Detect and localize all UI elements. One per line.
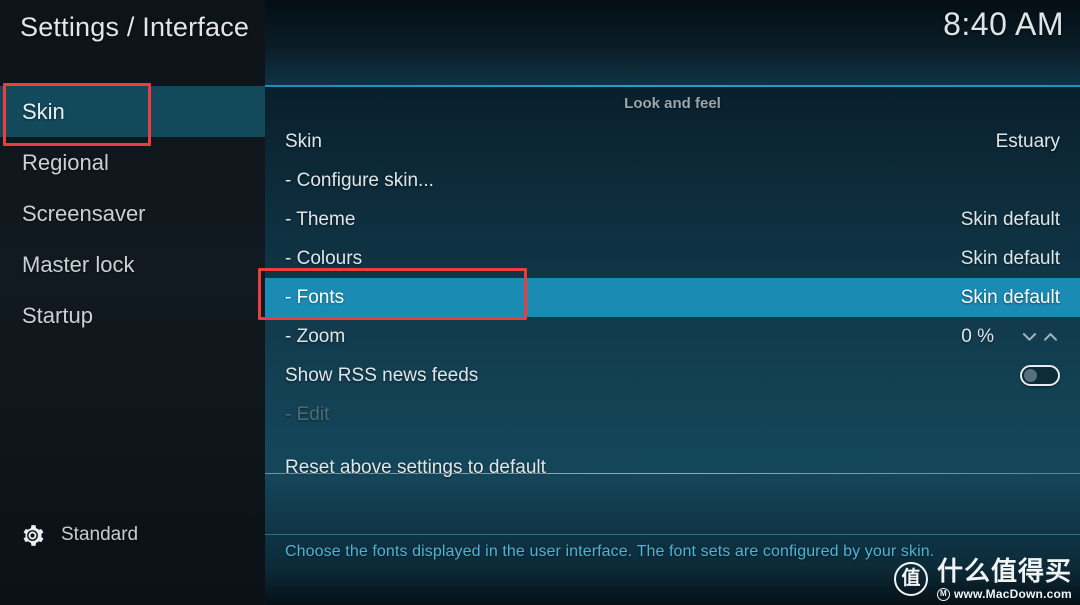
sidebar-item-label: Startup [22,303,93,328]
toggle-knob [1024,369,1037,382]
spinner-buttons [1020,327,1060,346]
setting-label: Show RSS news feeds [285,364,479,386]
setting-row-show-rss-news-feeds[interactable]: Show RSS news feeds [265,356,1080,395]
setting-value: Skin default [960,286,1060,308]
setting-row-reset-defaults[interactable]: Reset above settings to default [265,448,1080,487]
sidebar-item-master-lock[interactable]: Master lock [0,239,265,290]
setting-label: Skin [285,130,322,152]
setting-label: - Zoom [285,325,346,347]
help-description: Choose the fonts displayed in the user i… [285,543,935,560]
settings-list: Skin Estuary - Configure skin... - Theme… [265,122,1080,487]
watermark-url-row: M www.MacDown.com [936,587,1072,601]
zoom-spinner[interactable]: 0 % [961,326,1060,348]
setting-value: 0 % [961,325,994,347]
setting-label: - Colours [285,247,363,269]
setting-row-skin[interactable]: Skin Estuary [265,122,1080,161]
setting-label: - Theme [285,208,356,230]
sidebar: Skin Regional Screensaver Master lock St… [0,86,265,605]
settings-panel: Look and feel Skin Estuary - Configure s… [265,86,1080,605]
page-title: Settings / Interface [20,12,250,42]
setting-row-zoom[interactable]: - Zoom 0 % [265,317,1080,356]
watermark: 值 什么值得买 M www.MacDown.com [893,556,1072,601]
setting-value: Skin default [960,208,1060,230]
watermark-url: www.MacDown.com [953,587,1072,601]
help-separator [265,534,1080,535]
chevron-up-icon[interactable] [1041,327,1060,346]
setting-row-edit: - Edit [265,395,1080,434]
setting-row-configure-skin[interactable]: - Configure skin... [265,161,1080,200]
setting-label: - Configure skin... [285,169,434,191]
setting-value: Skin default [960,247,1060,269]
rss-toggle-switch[interactable] [1020,365,1060,386]
setting-row-colours[interactable]: - Colours Skin default [265,239,1080,278]
setting-value: Estuary [995,130,1060,152]
sidebar-item-screensaver[interactable]: Screensaver [0,188,265,239]
gear-icon [20,523,45,548]
sidebar-item-label: Screensaver [22,201,146,226]
kodi-settings-screen: Settings / Interface 8:40 AM Skin Region… [0,0,1080,605]
category-header: Look and feel [624,95,721,112]
setting-label: - Edit [285,403,330,425]
sidebar-item-startup[interactable]: Startup [0,290,265,341]
watermark-title: 什么值得买 [936,556,1072,587]
header-bar: Settings / Interface 8:40 AM [0,0,1080,86]
clock: 8:40 AM [943,6,1064,42]
sidebar-item-label: Master lock [22,252,135,277]
setting-row-fonts[interactable]: - Fonts Skin default [265,278,1080,317]
chevron-down-icon[interactable] [1020,327,1039,346]
setting-label: - Fonts [285,286,345,308]
setting-row-theme[interactable]: - Theme Skin default [265,200,1080,239]
sidebar-item-regional[interactable]: Regional [0,137,265,188]
settings-level-button[interactable]: Standard [0,515,265,555]
setting-label: Reset above settings to default [285,456,546,478]
settings-level-label: Standard [61,524,139,545]
sidebar-item-label: Regional [22,150,109,175]
watermark-text-group: 什么值得买 M www.MacDown.com [936,556,1072,601]
sidebar-item-label: Skin [22,99,65,124]
watermark-badge-icon: 值 [893,561,928,596]
sidebar-item-skin[interactable]: Skin [0,86,265,137]
macdown-mark-icon: M [936,587,950,601]
